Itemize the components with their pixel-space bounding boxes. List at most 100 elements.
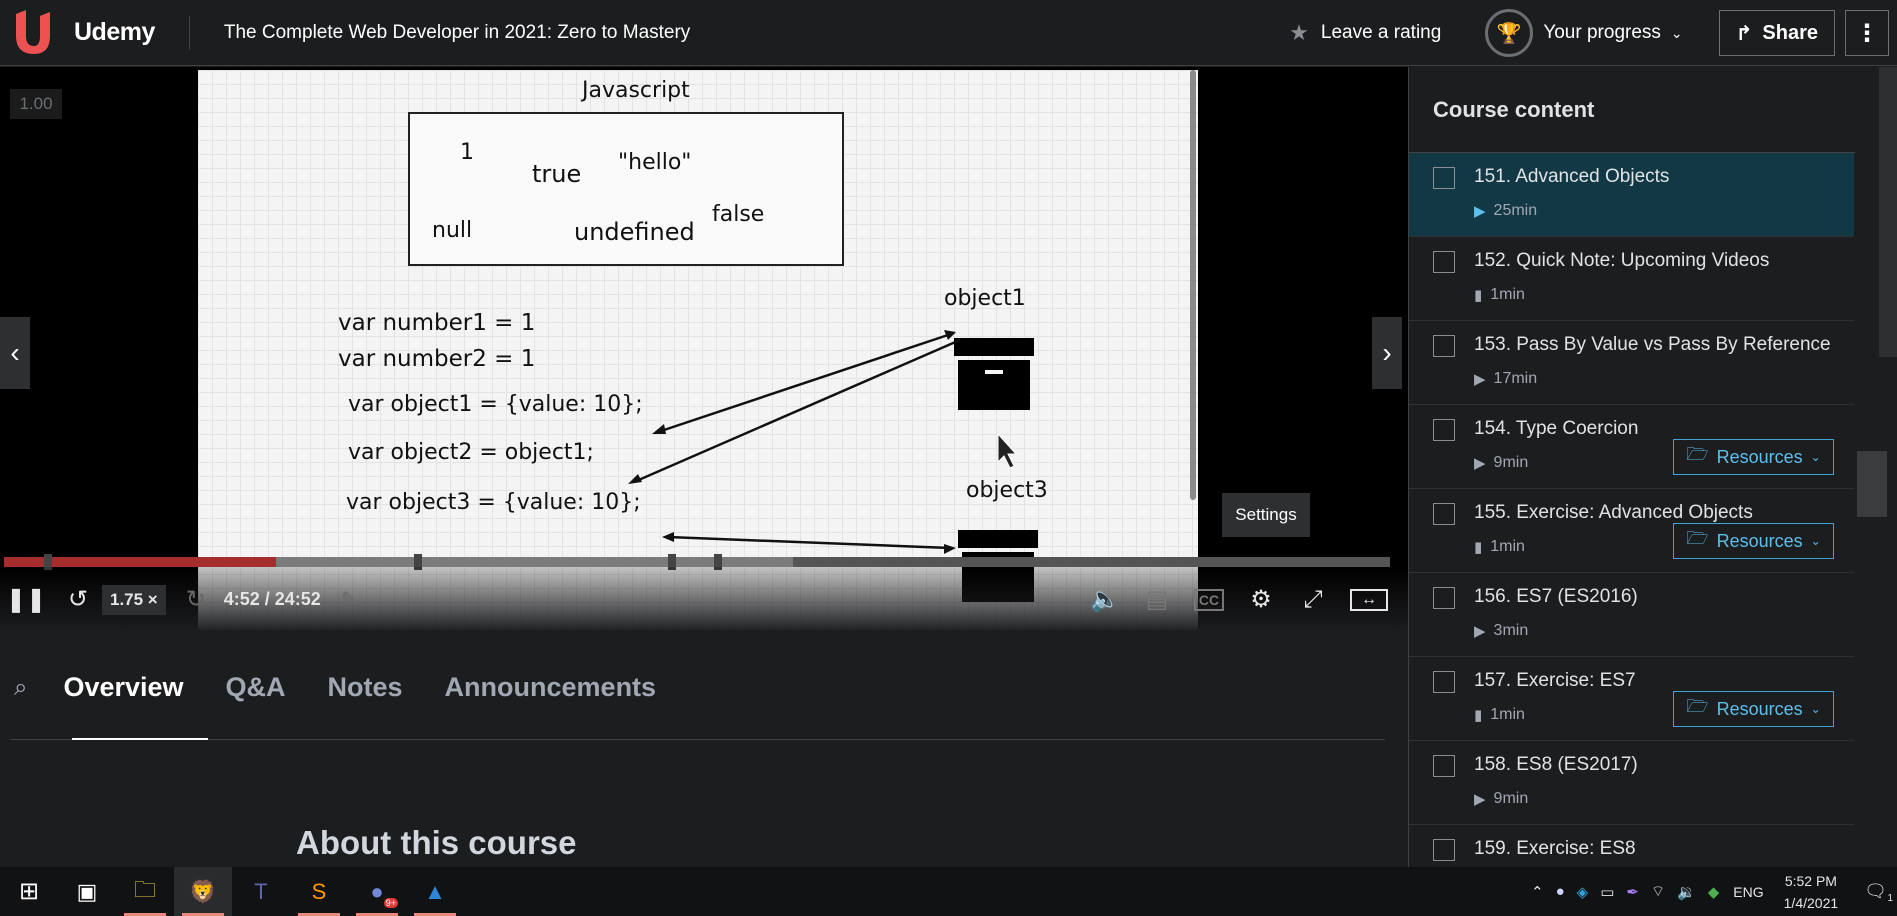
language-indicator[interactable]: ENG [1733,884,1763,900]
lecture-item[interactable]: 159. Exercise: ES8 [1409,825,1854,867]
lecture-checkbox[interactable] [1433,335,1455,357]
lecture-checkbox[interactable] [1433,167,1455,189]
tab-announcements[interactable]: Announcements [445,672,657,703]
leave-rating-label: Leave a rating [1320,22,1442,43]
lecture-item[interactable]: 152. Quick Note: Upcoming Videos ▮ 1min [1409,237,1854,321]
add-note-icon[interactable]: ✎ [337,587,361,612]
clock[interactable]: 5:52 PM 1/4/2021 [1784,870,1839,914]
teams-icon[interactable]: T [232,867,290,916]
lecture-duration: 17min [1493,370,1538,387]
task-view-icon[interactable]: ▣ [58,867,116,916]
windows-start-icon[interactable]: ⊞ [0,867,58,916]
divider [188,15,190,50]
captions-icon[interactable]: CC [1194,588,1224,611]
battery-icon[interactable]: ▭ [1600,883,1614,901]
fullscreen-icon[interactable]: ⤢ [1298,586,1328,614]
lecture-checkbox[interactable] [1433,419,1455,441]
app-tray-icon[interactable]: ◈ [1577,883,1589,901]
wifi-icon[interactable]: ⌔ [1651,882,1665,901]
lecture-checkbox[interactable] [1433,839,1455,861]
lecture-item[interactable]: 157. Exercise: ES7 ▮ 1min 🗁 Resources ⌄ [1409,657,1854,741]
discord-tray-icon[interactable]: ● [1556,883,1565,900]
lecture-meta: ▮ 1min [1474,286,1525,304]
forward-icon[interactable]: ↻ [182,585,210,614]
settings-tooltip: Settings [1222,493,1310,537]
lecture-title: 158. ES8 (ES2017) [1474,754,1638,775]
lecture-duration: 9min [1493,790,1529,807]
slide-drawing [628,330,1038,602]
course-title[interactable]: The Complete Web Developer in 2021: Zero… [224,22,690,44]
lecture-item[interactable]: 151. Advanced Objects ▶ 25min [1409,153,1854,237]
tab-notes[interactable]: Notes [328,672,403,703]
lecture-checkbox[interactable] [1433,587,1455,609]
video-player[interactable]: 1.00 Javascript 1 true "hello" false nul… [0,67,1408,632]
seek-bar[interactable] [4,554,1390,570]
lecture-title: 156. ES7 (ES2016) [1474,586,1638,607]
share-label: Share [1762,21,1818,44]
lecture-duration: 3min [1493,622,1529,639]
lecture-meta: ▮ 1min [1474,538,1525,556]
lecture-title: 151. Advanced Objects [1474,166,1670,187]
tray-chevron-up-icon[interactable]: ⌃ [1531,883,1544,901]
page-scrollbar[interactable] [1879,67,1897,357]
playback-speed-button[interactable]: 1.75 × [102,584,166,615]
lecture-checkbox[interactable] [1433,251,1455,273]
notification-badge: 9+ [383,898,398,908]
course-content-sidebar: Course content ✕ 151. Advanced Objects▶2… [1408,67,1897,867]
resources-button[interactable]: 🗁 Resources ⌄ [1673,523,1834,559]
lecture-checkbox[interactable] [1433,671,1455,693]
lecture-item[interactable]: 153. Pass By Value vs Pass By Reference ▶… [1409,321,1854,405]
search-icon[interactable]: ⌕ [14,674,27,702]
tab-qa[interactable]: Q&A [226,672,286,703]
file-explorer-icon[interactable]: 🗀 [116,867,174,916]
volume-icon[interactable]: 🔈 [1090,585,1120,614]
leave-rating-button[interactable]: ★ Leave a rating [1289,20,1441,46]
pause-icon[interactable]: ❚❚ [6,585,46,614]
rewind-icon[interactable]: ↺ [64,585,92,614]
course-tabs: ⌕ Overview Q&A Notes Announcements [0,632,1408,742]
resources-button[interactable]: 🗁 Resources ⌄ [1673,691,1834,727]
your-progress-button[interactable]: 🏆 Your progress ⌄ [1485,9,1683,57]
player-controls: ❚❚ ↺ 1.75 × ↻ 4:52 / 24:52 ✎ 🔈 ▤ CC ⚙ ⤢ … [0,567,1408,632]
udemy-logo[interactable]: Udemy [10,0,155,66]
notification-count: 1 [1887,893,1893,904]
lecture-checkbox[interactable] [1433,755,1455,777]
next-lecture-arrow[interactable]: › [1372,317,1402,389]
resources-button[interactable]: 🗁 Resources ⌄ [1673,439,1834,475]
lecture-meta: ▶ 25min [1474,202,1537,220]
action-center-icon[interactable]: 🗨 1 [1864,881,1893,904]
time-display: 4:52 / 24:52 [223,589,321,609]
speaker-icon[interactable]: 🔉 [1677,883,1696,901]
lecture-checkbox[interactable] [1433,503,1455,525]
play-circle-icon: ▶ [1474,371,1486,388]
sublime-text-icon[interactable]: S [290,867,348,916]
lecture-meta: ▶ 9min [1474,454,1528,472]
lecture-duration: 1min [1490,286,1525,303]
share-button[interactable]: ↱ Share [1718,10,1835,56]
photos-icon[interactable]: ▲ [406,867,464,916]
previous-lecture-arrow[interactable]: ‹ [0,317,30,389]
sidebar-title: Course content [1433,96,1595,122]
lecture-duration: 1min [1490,706,1525,723]
more-options-icon[interactable]: ⋮ [1845,10,1889,56]
lecture-item[interactable]: 155. Exercise: Advanced Objects ▮ 1min 🗁 Res… [1409,489,1854,573]
brave-browser-icon[interactable]: 🦁 [174,867,232,916]
lecture-title: 157. Exercise: ES7 [1474,670,1636,691]
discord-icon[interactable]: ● 9+ [348,867,406,916]
chevron-down-icon: ⌄ [1670,24,1683,41]
sidebar-scrollbar-thumb[interactable] [1857,451,1887,517]
expand-width-icon[interactable]: ↔ [1350,588,1388,611]
security-icon[interactable]: ◆ [1708,883,1720,901]
udemy-logo-icon [16,9,50,54]
play-circle-icon: ▶ [1474,203,1486,220]
lecture-item[interactable]: 158. ES8 (ES2017) ▶ 9min [1409,741,1854,825]
lecture-item[interactable]: 156. ES7 (ES2016) ▶ 3min [1409,573,1854,657]
folder-open-icon: 🗁 [1686,528,1709,548]
pen-icon[interactable]: ✒ [1626,883,1639,901]
transcript-icon[interactable]: ▤ [1144,585,1170,614]
lecture-item[interactable]: 154. Type Coercion ▶ 9min 🗁 Resources ⌄ [1409,405,1854,489]
tab-overview[interactable]: Overview [63,672,183,703]
trophy-icon: 🏆 [1485,9,1534,57]
settings-gear-icon[interactable]: ⚙ [1246,585,1276,614]
top-bar: Udemy The Complete Web Developer in 2021… [0,0,1897,66]
